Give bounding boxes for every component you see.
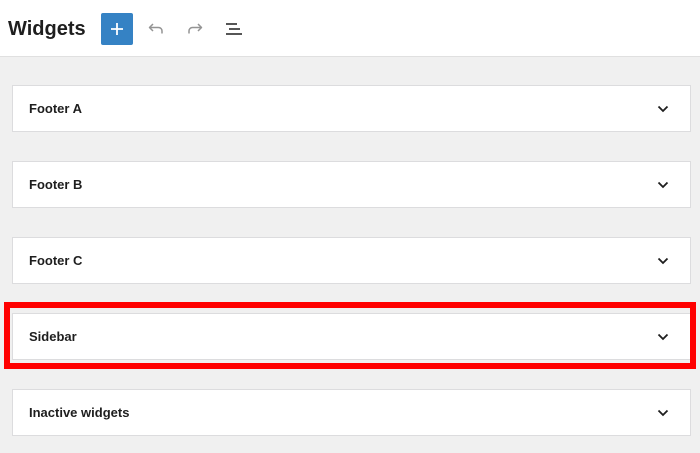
list-view-button[interactable] [218,13,250,45]
chevron-down-icon[interactable] [656,178,670,192]
widget-area-label: Footer B [29,177,83,192]
undo-button[interactable] [140,13,172,45]
widget-area-inactive-widgets[interactable]: Inactive widgets [12,389,691,436]
chevron-down-icon[interactable] [656,330,670,344]
redo-icon [188,23,203,34]
add-block-button[interactable] [101,13,133,45]
widget-area-footer-c[interactable]: Footer C [12,237,691,284]
redo-button[interactable] [179,13,211,45]
undo-icon [148,23,163,34]
widget-area-sidebar[interactable]: Sidebar [12,313,691,360]
plus-icon [111,23,123,35]
widget-area-label: Sidebar [29,329,77,344]
chevron-down-icon[interactable] [656,406,670,420]
widget-area-footer-b[interactable]: Footer B [12,161,691,208]
widget-area-label: Footer C [29,253,83,268]
widget-area-label: Footer A [29,101,82,116]
chevron-down-icon[interactable] [656,102,670,116]
editor-header: Widgets [0,0,700,57]
list-view-icon [226,23,242,35]
chevron-down-icon[interactable] [656,254,670,268]
widget-area-footer-a[interactable]: Footer A [12,85,691,132]
page-title: Widgets [8,18,86,40]
widget-area-label: Inactive widgets [29,405,130,420]
